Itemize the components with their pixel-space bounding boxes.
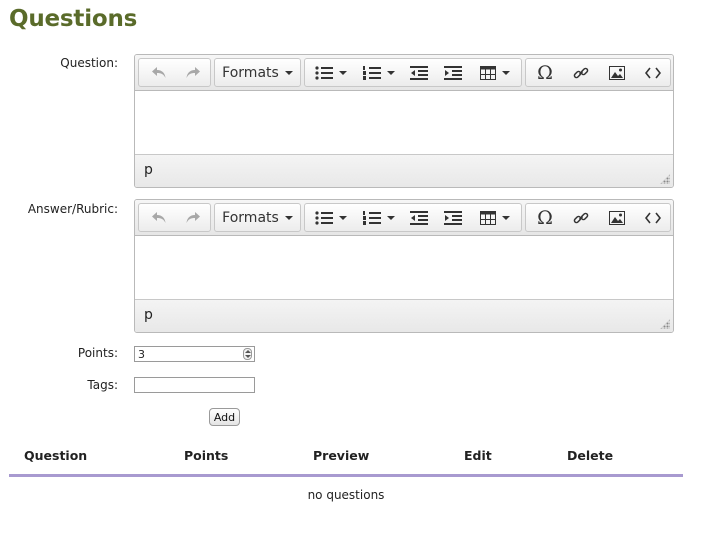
- formats-dropdown[interactable]: Formats: [215, 204, 300, 231]
- image-icon[interactable]: [600, 204, 634, 231]
- chevron-down-icon: [387, 215, 395, 220]
- question-text-area[interactable]: [135, 91, 673, 155]
- answer-rubric-text-area[interactable]: [135, 236, 673, 300]
- question-label: Question:: [60, 56, 118, 70]
- element-path[interactable]: p: [144, 162, 153, 178]
- chevron-down-icon: [502, 215, 510, 220]
- spinner-arrows-icon[interactable]: [243, 348, 252, 360]
- list-group: [304, 58, 522, 87]
- link-icon[interactable]: [564, 204, 598, 231]
- undo-icon[interactable]: [143, 204, 175, 231]
- chevron-down-icon: [339, 70, 347, 75]
- undo-icon[interactable]: [143, 59, 175, 86]
- formats-group: Formats: [214, 58, 301, 87]
- chevron-down-icon: [502, 70, 510, 75]
- image-icon[interactable]: [600, 59, 634, 86]
- insert-group: Ω: [525, 58, 671, 87]
- table-icon[interactable]: [473, 59, 517, 86]
- tags-label: Tags:: [87, 378, 118, 392]
- outdent-icon[interactable]: [403, 59, 435, 86]
- points-stepper[interactable]: 3: [134, 346, 255, 362]
- tags-input[interactable]: [134, 377, 255, 393]
- table-icon[interactable]: [473, 204, 517, 231]
- bullet-list-icon[interactable]: [309, 204, 353, 231]
- table-header-divider: [9, 474, 683, 477]
- bullet-list-icon[interactable]: [309, 59, 353, 86]
- chevron-down-icon: [339, 215, 347, 220]
- outdent-icon[interactable]: [403, 204, 435, 231]
- insert-group: Ω: [525, 203, 671, 232]
- numbered-list-icon[interactable]: [357, 59, 401, 86]
- special-character-icon[interactable]: Ω: [528, 204, 562, 231]
- formats-label: Formats: [222, 64, 279, 81]
- indent-icon[interactable]: [437, 204, 469, 231]
- formats-group: Formats: [214, 203, 301, 232]
- chevron-down-icon: [284, 70, 293, 75]
- list-group: [304, 203, 522, 232]
- element-path[interactable]: p: [144, 307, 153, 323]
- resize-handle-icon[interactable]: [660, 174, 670, 184]
- formats-dropdown[interactable]: Formats: [215, 59, 300, 86]
- points-value: 3: [138, 348, 145, 361]
- editor-toolbar: Formats Ω: [135, 200, 673, 236]
- column-header-delete: Delete: [567, 448, 614, 463]
- editor-statusbar: p: [135, 155, 673, 187]
- special-character-icon[interactable]: Ω: [528, 59, 562, 86]
- page-title: Questions: [9, 6, 138, 32]
- empty-table-message: no questions: [307, 488, 385, 502]
- column-header-points: Points: [184, 448, 229, 463]
- indent-icon[interactable]: [437, 59, 469, 86]
- resize-handle-icon[interactable]: [660, 319, 670, 329]
- editor-statusbar: p: [135, 300, 673, 332]
- editor-toolbar: Formats Ω: [135, 55, 673, 91]
- answer-rubric-editor[interactable]: Formats Ω p: [134, 199, 674, 333]
- chevron-down-icon: [387, 70, 395, 75]
- question-editor[interactable]: Formats Ω p: [134, 54, 674, 188]
- column-header-question: Question: [24, 448, 88, 463]
- add-button[interactable]: Add: [209, 408, 240, 426]
- column-header-edit: Edit: [464, 448, 492, 463]
- redo-icon[interactable]: [177, 204, 209, 231]
- history-group: [138, 58, 211, 87]
- points-label: Points:: [77, 346, 118, 360]
- column-header-preview: Preview: [313, 448, 370, 463]
- chevron-down-icon: [284, 215, 293, 220]
- link-icon[interactable]: [564, 59, 598, 86]
- formats-label: Formats: [222, 209, 279, 226]
- source-code-icon[interactable]: [636, 204, 670, 231]
- source-code-icon[interactable]: [636, 59, 670, 86]
- history-group: [138, 203, 211, 232]
- redo-icon[interactable]: [177, 59, 209, 86]
- answer-rubric-label: Answer/Rubric:: [27, 202, 118, 216]
- numbered-list-icon[interactable]: [357, 204, 401, 231]
